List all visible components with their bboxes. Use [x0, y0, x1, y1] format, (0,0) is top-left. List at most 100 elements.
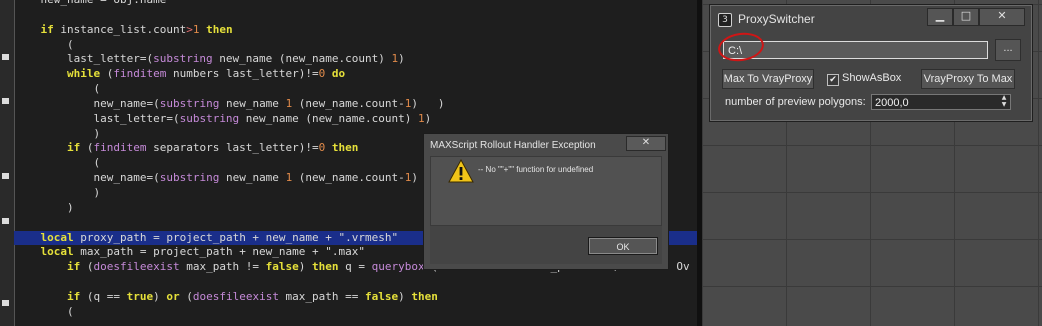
code-token: (: [93, 82, 101, 96]
code-token: ): [298, 260, 313, 274]
maximize-button[interactable]: □: [953, 8, 979, 26]
code-token: (: [179, 289, 193, 303]
code-token: finditem: [93, 141, 147, 155]
close-button[interactable]: ✕: [979, 8, 1025, 26]
code-token: (q ==: [80, 289, 127, 303]
code-token: if: [66, 289, 81, 303]
fold-marker[interactable]: [2, 300, 9, 306]
code-token: ): [66, 200, 74, 214]
code-line[interactable]: last_letter=(substring new_name (new_nam…: [14, 52, 697, 67]
code-token: or: [166, 289, 180, 303]
3ds-max-icon: 3: [718, 13, 732, 27]
preview-polygons-spinner[interactable]: 2000,0: [871, 94, 1011, 110]
code-token: ".max": [325, 245, 366, 259]
warning-icon: [448, 159, 474, 183]
code-token: q =: [338, 260, 372, 274]
code-token: new_name=(: [93, 96, 160, 110]
code-token: ): [398, 52, 405, 66]
code-token: local: [40, 245, 74, 259]
code-line[interactable]: (: [14, 82, 697, 97]
code-token: substring: [179, 111, 240, 125]
code-line[interactable]: if (q == true) or (doesfileexist max_pat…: [14, 290, 697, 305]
code-token: (: [100, 67, 114, 81]
code-token: (: [80, 141, 94, 155]
proxyswitcher-titlebar[interactable]: 3 ProxySwitcher ▁ □ ✕: [710, 5, 1032, 33]
code-token: do: [325, 67, 346, 81]
code-token: substring: [159, 96, 220, 110]
code-token: if: [40, 22, 54, 36]
code-token: doesfileexist: [192, 289, 279, 303]
spinner-arrows-icon[interactable]: ▲ ▼: [998, 94, 1010, 110]
code-token: (: [66, 37, 74, 51]
code-token: querybox: [371, 260, 425, 274]
code-token: ): [398, 289, 412, 303]
code-token: ): [93, 185, 101, 199]
code-token: ): [411, 171, 419, 185]
fold-marker[interactable]: [2, 218, 9, 224]
code-token: ) ): [411, 96, 445, 110]
code-token: (new_name.count-: [292, 96, 405, 110]
code-token: >: [186, 22, 193, 36]
code-token: false: [265, 260, 299, 274]
code-token: (: [93, 156, 101, 170]
code-token: ): [93, 126, 101, 140]
code-token: then: [199, 22, 233, 36]
show-as-box-checkbox[interactable]: ✔: [827, 74, 839, 86]
code-token: while: [66, 67, 101, 81]
code-token: new_name=(: [93, 171, 160, 185]
code-token: substring: [159, 171, 220, 185]
code-token: then: [312, 260, 339, 274]
code-token: new_name (new_name.count): [212, 52, 392, 66]
ok-button[interactable]: OK: [588, 237, 658, 255]
code-token: numbers last_letter)!=: [166, 67, 319, 81]
code-token: substring: [153, 52, 213, 66]
code-token: ".vrmesh": [338, 230, 399, 244]
code-token: (: [80, 260, 94, 274]
code-token: last_letter=(: [66, 52, 154, 66]
code-line[interactable]: new_name = obj.name: [14, 0, 697, 8]
browse-button[interactable]: ...: [995, 39, 1021, 61]
fold-marker[interactable]: [2, 54, 9, 60]
code-line[interactable]: while (finditem numbers last_letter)!=0 …: [14, 67, 697, 82]
code-token: max_path = project_path + new_name +: [73, 245, 326, 259]
code-line[interactable]: (: [14, 305, 697, 320]
minimize-button[interactable]: ▁: [927, 8, 953, 26]
dialog-close-button[interactable]: ✕: [626, 136, 666, 151]
code-line[interactable]: if instance_list.count>1 then: [14, 23, 697, 38]
max-to-vrayproxy-button[interactable]: Max To VrayProxy: [722, 69, 814, 89]
code-token: (: [66, 304, 74, 318]
code-token: then: [325, 141, 359, 155]
code-line[interactable]: last_letter=(substring new_name (new_nam…: [14, 112, 697, 127]
code-token: instance_list.count: [53, 22, 187, 36]
window-title: ProxySwitcher: [738, 12, 815, 26]
preview-polygons-label: number of preview polygons:: [725, 96, 866, 108]
code-token: last_letter=(: [93, 111, 180, 125]
fold-marker[interactable]: [2, 173, 9, 179]
exception-dialog: MAXScript Rollout Handler Exception ✕ --…: [423, 133, 669, 270]
code-line[interactable]: (: [14, 38, 697, 53]
code-line[interactable]: new_name=(substring new_name 1 (new_name…: [14, 97, 697, 112]
code-token: ): [424, 111, 432, 125]
code-token: false: [365, 289, 399, 303]
vrayproxy-to-max-button[interactable]: VrayProxy To Max: [921, 69, 1015, 89]
proxyswitcher-window: 3 ProxySwitcher ▁ □ ✕ C:\ ... Max To Vra…: [709, 4, 1033, 122]
code-token: if: [66, 141, 81, 155]
code-line[interactable]: [14, 275, 697, 290]
code-token: new_name: [219, 96, 286, 110]
code-token: ): [153, 289, 167, 303]
fold-marker[interactable]: [2, 98, 9, 104]
code-token: new_name: [219, 171, 286, 185]
code-line[interactable]: [14, 8, 697, 23]
